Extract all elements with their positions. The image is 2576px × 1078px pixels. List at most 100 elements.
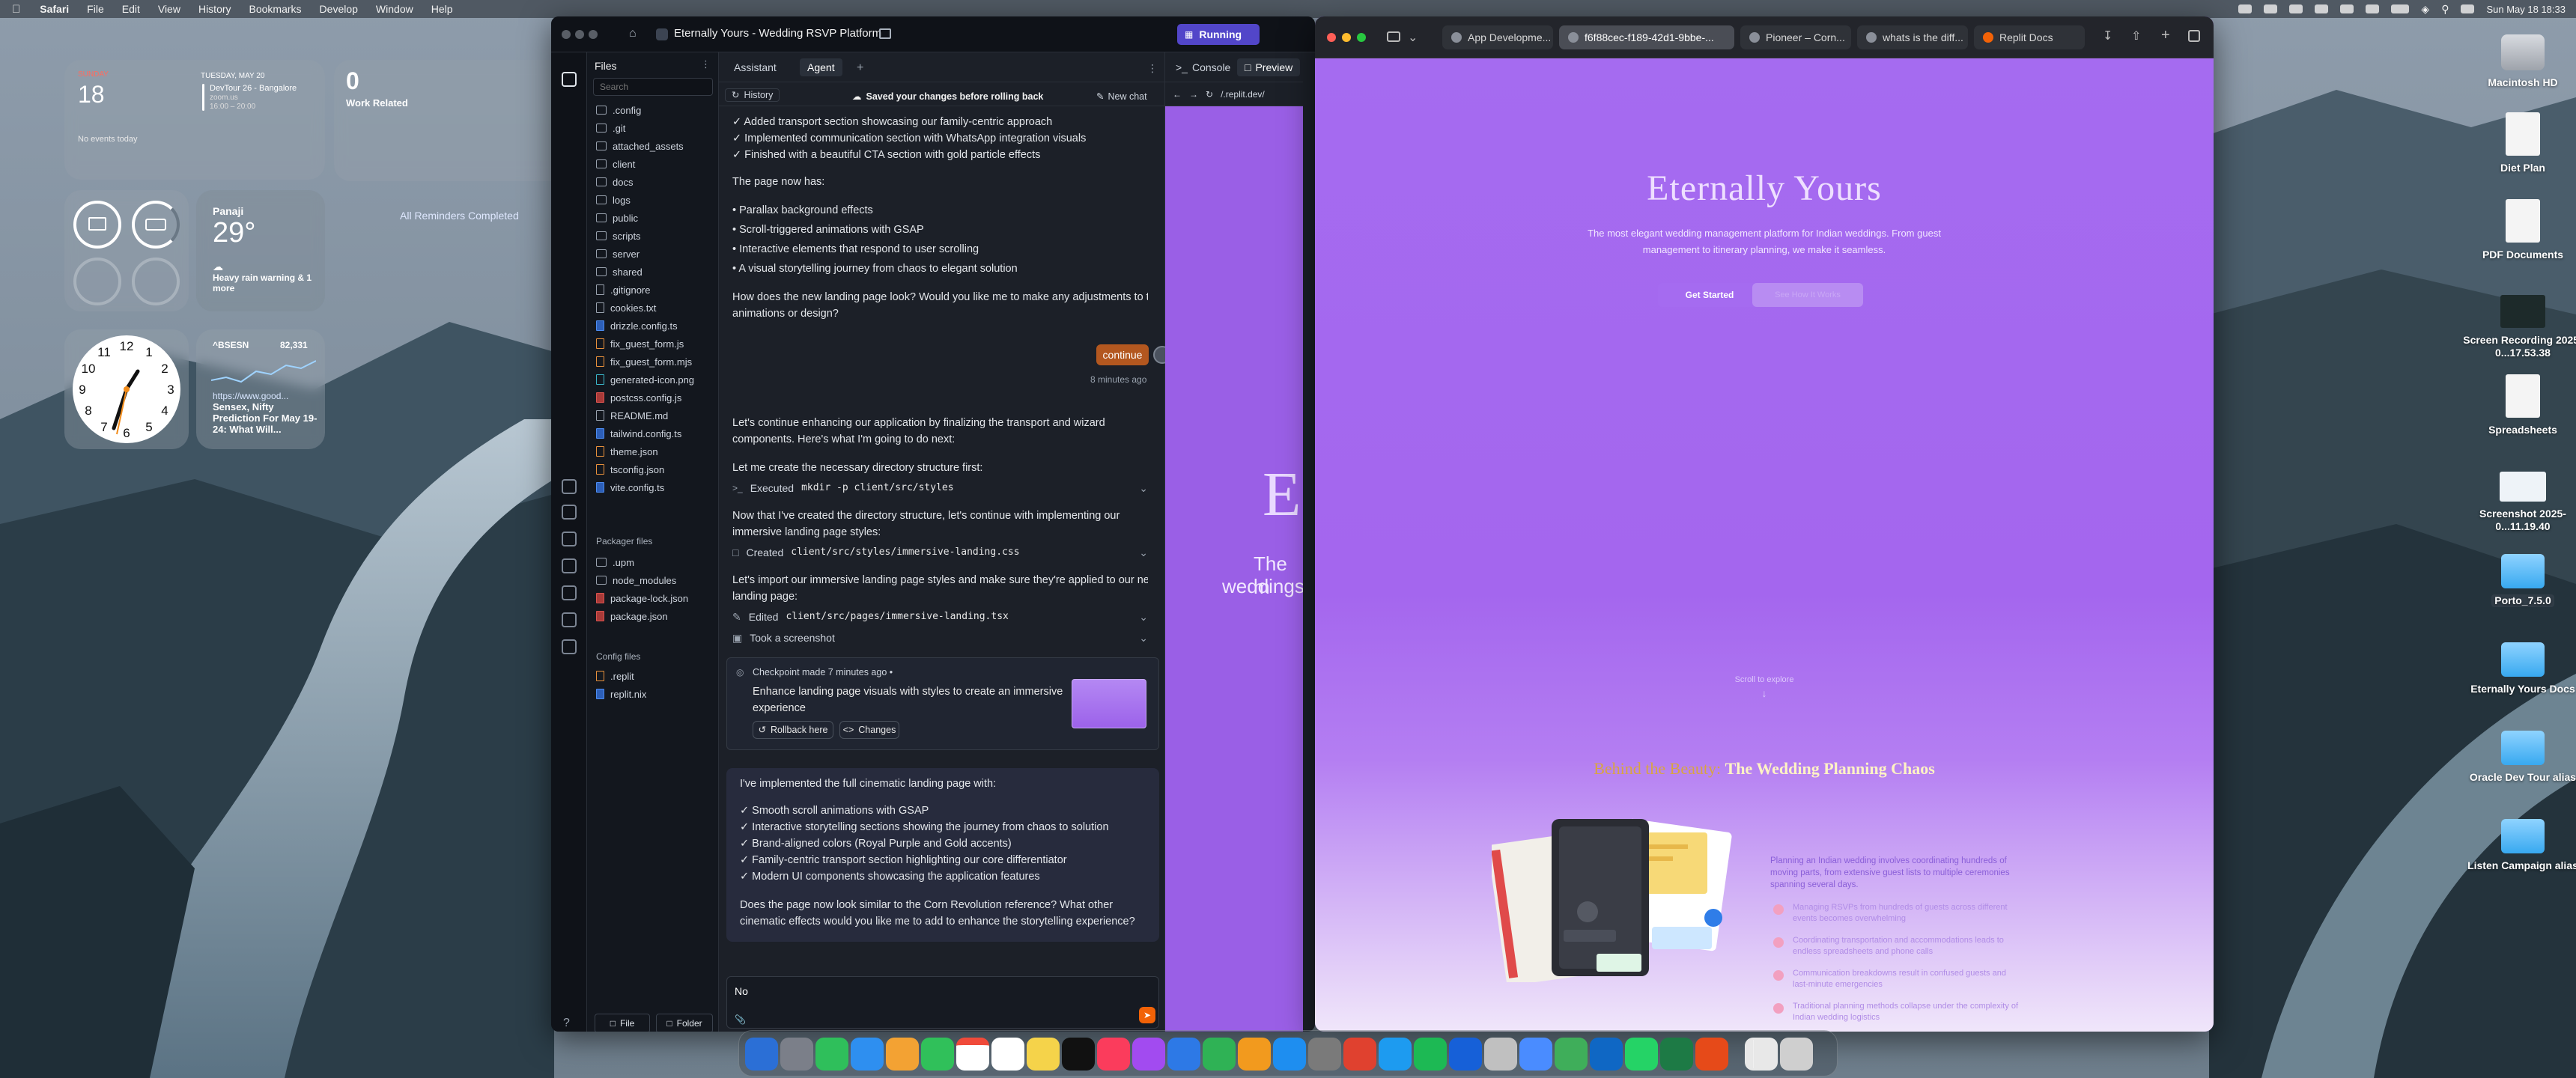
menu-window[interactable]: Window xyxy=(367,3,422,15)
run-status-button[interactable]: ▦ Running xyxy=(1177,24,1260,45)
zoom-button[interactable] xyxy=(1357,33,1366,42)
tool-call-executed[interactable]: >_ Executed mkdir -p client/src/styles ⌄ xyxy=(732,479,1148,497)
status-icon-5[interactable] xyxy=(2340,4,2354,13)
status-icon-2[interactable] xyxy=(2264,4,2278,13)
preview-url-bar[interactable]: ← → ↻ /.replit.dev/ xyxy=(1165,82,1303,106)
file-item[interactable]: generated-icon.png xyxy=(596,371,694,388)
control-center-icon[interactable] xyxy=(2461,4,2475,13)
apple-menu-icon[interactable]:  xyxy=(0,3,31,16)
appstore-icon[interactable] xyxy=(1273,1038,1306,1071)
status-icon-1[interactable] xyxy=(2238,4,2253,13)
weather-widget[interactable]: Panaji 29° ☁ Heavy rain warning & 1 more xyxy=(196,190,325,311)
desktop-icon[interactable]: Eternally Yours Docs xyxy=(2459,635,2576,695)
tab-assistant[interactable]: Assistant xyxy=(726,58,784,76)
safari-tab[interactable]: Replit Docs xyxy=(1974,25,2085,49)
desktop-icon[interactable]: Screenshot 2025-0...11.19.40 xyxy=(2459,464,2576,533)
status-icon-6[interactable] xyxy=(2366,4,2380,13)
tab-overview-icon[interactable] xyxy=(2188,30,2200,42)
safari-icon[interactable] xyxy=(1379,1038,1412,1071)
excel-icon[interactable] xyxy=(1555,1038,1588,1071)
get-started-button[interactable]: Get Started xyxy=(1658,283,1761,307)
desktop-icon[interactable]: Listen Campaign alias xyxy=(2459,811,2576,872)
zoom-button[interactable] xyxy=(589,30,598,39)
desktop-icon[interactable]: PDF Documents xyxy=(2459,199,2576,261)
sidebar-icon[interactable] xyxy=(1387,31,1400,42)
desktop-icon[interactable]: Spreadsheets xyxy=(2459,374,2576,436)
music-icon[interactable] xyxy=(1097,1038,1130,1071)
menu-file[interactable]: File xyxy=(78,3,113,15)
attach-icon[interactable]: 📎 xyxy=(735,1011,746,1028)
chevron-down-icon[interactable]: ⌄ xyxy=(1408,30,1418,45)
folder-item[interactable]: attached_assets xyxy=(596,138,684,154)
desktop-icon[interactable]: Macintosh HD xyxy=(2459,28,2576,89)
back-icon[interactable]: ← xyxy=(1173,89,1182,100)
help-icon[interactable]: ? xyxy=(563,1017,570,1030)
file-item[interactable]: fix_guest_form.js xyxy=(596,335,684,352)
downloads-icon[interactable]: ↧ xyxy=(2103,28,2112,43)
shell-icon[interactable] xyxy=(562,532,577,546)
podcasts-icon[interactable] xyxy=(1132,1038,1165,1071)
reminders-icon[interactable] xyxy=(991,1038,1024,1071)
tool-call-edited[interactable]: ✎ Edited client/src/pages/immersive-land… xyxy=(732,608,1148,626)
folder-item[interactable]: shared xyxy=(596,264,643,280)
folder-item[interactable]: scripts xyxy=(596,228,641,244)
forward-icon[interactable]: → xyxy=(1189,89,1198,100)
project-title[interactable]: Eternally Yours - Wedding RSVP Platform xyxy=(674,27,881,40)
photos-icon[interactable] xyxy=(886,1038,919,1071)
wifi-icon[interactable]: ◈ xyxy=(2421,3,2429,16)
tab-preview[interactable]: □ Preview xyxy=(1237,58,1301,76)
layout-icon[interactable] xyxy=(879,28,891,39)
folder-item[interactable]: logs xyxy=(596,192,631,208)
tool-call-created[interactable]: □ Created client/src/styles/immersive-la… xyxy=(732,543,1148,561)
menu-edit[interactable]: Edit xyxy=(113,3,149,15)
chat-input-box[interactable]: No 📎 ➤ xyxy=(726,976,1159,1029)
calendar-widget[interactable]: SUNDAY 18 TUESDAY, MAY 20 DevTour 26 - B… xyxy=(64,60,325,180)
word-icon[interactable] xyxy=(1519,1038,1552,1071)
folder-item[interactable]: server xyxy=(596,246,640,262)
new-tab-icon[interactable]: + xyxy=(2161,27,2170,44)
messages-icon[interactable] xyxy=(815,1038,848,1071)
files-panel-icon[interactable] xyxy=(562,72,577,87)
tab-console[interactable]: >_ Console xyxy=(1168,58,1238,76)
clipboard-icon[interactable] xyxy=(1449,1038,1482,1071)
file-item[interactable]: theme.json xyxy=(596,443,658,460)
stock-headline[interactable]: Sensex, Nifty Prediction For May 19-24: … xyxy=(213,401,319,435)
secrets-icon[interactable] xyxy=(562,585,577,600)
home-icon[interactable]: ⌂ xyxy=(629,27,637,40)
trash-icon[interactable] xyxy=(1780,1038,1813,1071)
file-item[interactable]: postcss.config.js xyxy=(596,389,681,406)
chat-more-icon[interactable]: ⋮ xyxy=(1147,60,1158,76)
safari-tab[interactable]: whats is the diff... xyxy=(1857,25,1968,49)
safari-tab-active[interactable]: f6f88cec-f189-42d1-9bbe-... xyxy=(1559,25,1734,49)
safari-tab[interactable]: App Developme... xyxy=(1442,25,1553,49)
close-button[interactable] xyxy=(562,30,571,39)
downloads-icon[interactable] xyxy=(1745,1038,1778,1071)
file-item[interactable]: .upm xyxy=(596,554,634,570)
file-item[interactable]: node_modules xyxy=(596,572,676,588)
facetime-icon[interactable] xyxy=(921,1038,954,1071)
chrome-icon[interactable] xyxy=(1343,1038,1376,1071)
menu-app-name[interactable]: Safari xyxy=(31,3,78,15)
file-item[interactable]: package-lock.json xyxy=(596,590,688,606)
minimize-button[interactable] xyxy=(575,30,584,39)
minimize-button[interactable] xyxy=(1342,33,1351,42)
database-icon[interactable] xyxy=(562,612,577,627)
tools-icon[interactable] xyxy=(562,479,577,494)
notes-icon[interactable] xyxy=(1027,1038,1060,1071)
history-button[interactable]: ↻ History xyxy=(725,88,780,102)
menubar-clock[interactable]: Sun May 18 18:33 xyxy=(2486,4,2566,15)
file-new-button[interactable]: □ File xyxy=(595,1014,650,1032)
pages-icon[interactable] xyxy=(1238,1038,1271,1071)
menu-develop[interactable]: Develop xyxy=(311,3,367,15)
send-button[interactable]: ➤ xyxy=(1139,1007,1155,1023)
outlook-icon[interactable] xyxy=(1590,1038,1623,1071)
excel-alt-icon[interactable] xyxy=(1660,1038,1693,1071)
settings-icon[interactable] xyxy=(1308,1038,1341,1071)
desktop-icon[interactable]: Oracle Dev Tour alias xyxy=(2459,723,2576,784)
mail-icon[interactable] xyxy=(851,1038,884,1071)
whatsapp-icon[interactable] xyxy=(1625,1038,1658,1071)
folder-new-button[interactable]: □ Folder xyxy=(656,1014,713,1032)
desktop-icon[interactable]: Screen Recording 2025-0...17.53.38 xyxy=(2459,289,2576,359)
folder-item[interactable]: public xyxy=(596,210,638,226)
packages-icon[interactable] xyxy=(562,639,577,654)
